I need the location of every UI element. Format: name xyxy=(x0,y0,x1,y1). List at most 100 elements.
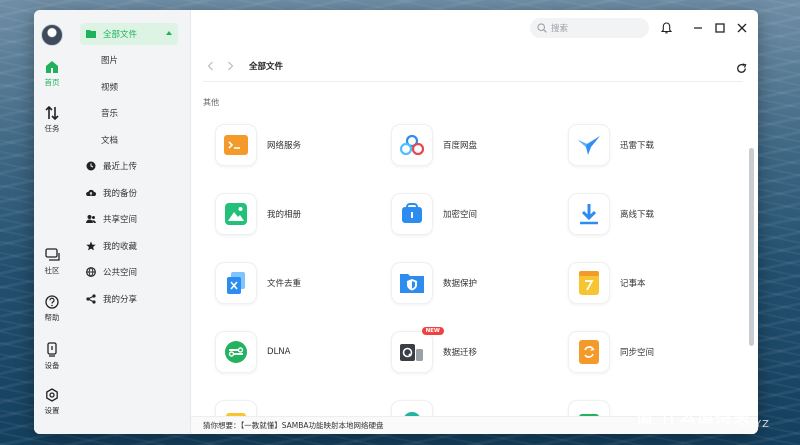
download-icon xyxy=(580,204,598,225)
search-input[interactable]: 搜索 xyxy=(530,18,649,38)
nav-item-label: 最近上传 xyxy=(103,162,138,172)
baidu-netdisk-icon xyxy=(399,134,425,156)
xunlei-bird-icon xyxy=(578,136,600,155)
close-button[interactable] xyxy=(735,21,749,35)
app-tile xyxy=(215,262,257,304)
star-icon xyxy=(86,241,96,251)
nav-item-label: 音乐 xyxy=(101,109,119,119)
nav-item-music[interactable]: 音乐 xyxy=(80,102,197,124)
icon-rail: 首页 任务 社区 帮助 设备 设置 xyxy=(34,10,71,434)
forward-button[interactable] xyxy=(223,59,237,73)
nav-item-pictures[interactable]: 图片 xyxy=(80,49,197,71)
rail-label: 设备 xyxy=(44,361,60,370)
breadcrumb: 全部文件 xyxy=(249,62,284,72)
rail-item-help[interactable]: 帮助 xyxy=(34,295,70,323)
nav-item-label: 我的分享 xyxy=(103,295,138,305)
app-tile xyxy=(391,124,433,166)
app-file-dedupe[interactable]: 文件去重 xyxy=(215,261,375,305)
bell-icon xyxy=(660,22,672,34)
minimize-icon xyxy=(694,27,702,29)
app-tile xyxy=(215,331,257,373)
avatar[interactable] xyxy=(41,24,63,46)
scrollbar[interactable] xyxy=(749,148,754,346)
lock-box-icon xyxy=(402,203,422,223)
back-button[interactable] xyxy=(203,59,217,73)
rail-item-home[interactable]: 首页 xyxy=(34,60,70,88)
photo-album-icon xyxy=(225,203,247,225)
nav-item-my-backup[interactable]: 我的备份 xyxy=(80,182,176,204)
close-icon xyxy=(737,23,747,33)
app-encrypted-space[interactable]: 加密空间 xyxy=(391,192,551,236)
users-icon xyxy=(86,215,96,223)
nav-item-documents[interactable]: 文档 xyxy=(80,129,197,151)
rail-item-settings[interactable]: 设置 xyxy=(34,388,70,416)
app-notepad[interactable]: 记事本 xyxy=(568,261,728,305)
path-bar: 全部文件 xyxy=(203,56,751,76)
app-data-protection[interactable]: 数据保护 xyxy=(391,261,551,305)
app-label: 数据保护 xyxy=(443,279,478,289)
refresh-button[interactable] xyxy=(736,59,747,78)
app-my-album[interactable]: 我的相册 xyxy=(215,192,375,236)
nav-item-label: 共享空间 xyxy=(103,215,138,225)
cloud-upload-icon xyxy=(86,189,96,196)
minimize-button[interactable] xyxy=(691,21,705,35)
app-label: 迅雷下载 xyxy=(620,141,655,151)
nav-item-my-shares[interactable]: 我的分享 xyxy=(80,288,176,310)
app-label: 文件去重 xyxy=(267,279,302,289)
app-network-services[interactable]: 网络服务 xyxy=(215,123,375,167)
nav-item-favorites[interactable]: 我的收藏 xyxy=(80,235,176,257)
nav-item-videos[interactable]: 视频 xyxy=(80,76,197,98)
folder-nav: 全部文件 图片 视频 音乐 文档 最近上传 我的备份 共享空间 我的收藏 公共空… xyxy=(70,10,191,434)
rail-item-device[interactable]: 设备 xyxy=(34,342,70,371)
app-label: 离线下载 xyxy=(620,210,655,220)
share-icon xyxy=(86,294,96,304)
app-sync-space[interactable]: 同步空间 xyxy=(568,330,728,374)
transfer-icon xyxy=(45,106,59,120)
search-placeholder: 搜索 xyxy=(551,24,569,34)
caret-up-icon[interactable] xyxy=(166,31,172,35)
app-tile xyxy=(391,193,433,235)
app-baidu-netdisk[interactable]: 百度网盘 xyxy=(391,123,551,167)
app-label: 记事本 xyxy=(620,279,646,289)
maximize-button[interactable] xyxy=(713,21,727,35)
nav-item-label: 文档 xyxy=(101,136,119,146)
nav-item-shared-space[interactable]: 共享空间 xyxy=(80,208,176,230)
rail-item-community[interactable]: 社区 xyxy=(34,248,70,276)
search-icon xyxy=(537,23,547,33)
nav-item-label: 全部文件 xyxy=(103,30,138,40)
home-icon xyxy=(46,61,58,73)
nav-item-label: 视频 xyxy=(101,83,119,93)
nav-item-recent-uploads[interactable]: 最近上传 xyxy=(80,155,176,177)
app-label: 同步空间 xyxy=(620,348,655,358)
divider xyxy=(203,81,743,82)
nav-item-all-files[interactable]: 全部文件 xyxy=(80,23,178,45)
app-dlna[interactable]: DLNA xyxy=(215,330,375,374)
nav-item-label: 图片 xyxy=(101,56,119,66)
app-xunlei-download[interactable]: 迅雷下载 xyxy=(568,123,728,167)
rail-label: 社区 xyxy=(44,266,60,275)
notification-button[interactable] xyxy=(659,21,673,35)
maximize-icon xyxy=(715,23,725,33)
nav-item-public-space[interactable]: 公共空间 xyxy=(80,261,176,283)
watermark-sub: SMYZ xyxy=(738,419,770,430)
folder-icon xyxy=(86,30,96,38)
chevron-right-icon xyxy=(227,61,233,71)
suggestion-text[interactable]: 猜你想要：【一教就懂】SAMBA功能映射本地网络硬盘 xyxy=(203,420,384,431)
app-tile xyxy=(215,193,257,235)
help-icon xyxy=(45,295,59,309)
rail-label: 首页 xyxy=(44,78,60,87)
watermark: 值 什么值得买 xyxy=(636,407,751,427)
app-label: 我的相册 xyxy=(267,210,302,220)
dlna-icon xyxy=(225,341,247,363)
refresh-icon xyxy=(737,63,747,73)
app-offline-download[interactable]: 离线下载 xyxy=(568,192,728,236)
app-data-migration[interactable]: NEW 数据迁移 xyxy=(391,327,551,374)
main-panel: 搜索 全部文件 其他 网络服务 百度网盘 迅雷下载 我的相册 加密空间 离线下载… xyxy=(191,10,758,434)
app-label: 百度网盘 xyxy=(443,141,478,151)
nav-item-label: 公共空间 xyxy=(103,268,138,278)
migration-icon xyxy=(400,344,423,361)
rail-label: 任务 xyxy=(44,124,60,133)
shield-folder-icon xyxy=(400,274,424,293)
dedupe-icon xyxy=(227,272,245,294)
rail-item-tasks[interactable]: 任务 xyxy=(34,106,70,134)
